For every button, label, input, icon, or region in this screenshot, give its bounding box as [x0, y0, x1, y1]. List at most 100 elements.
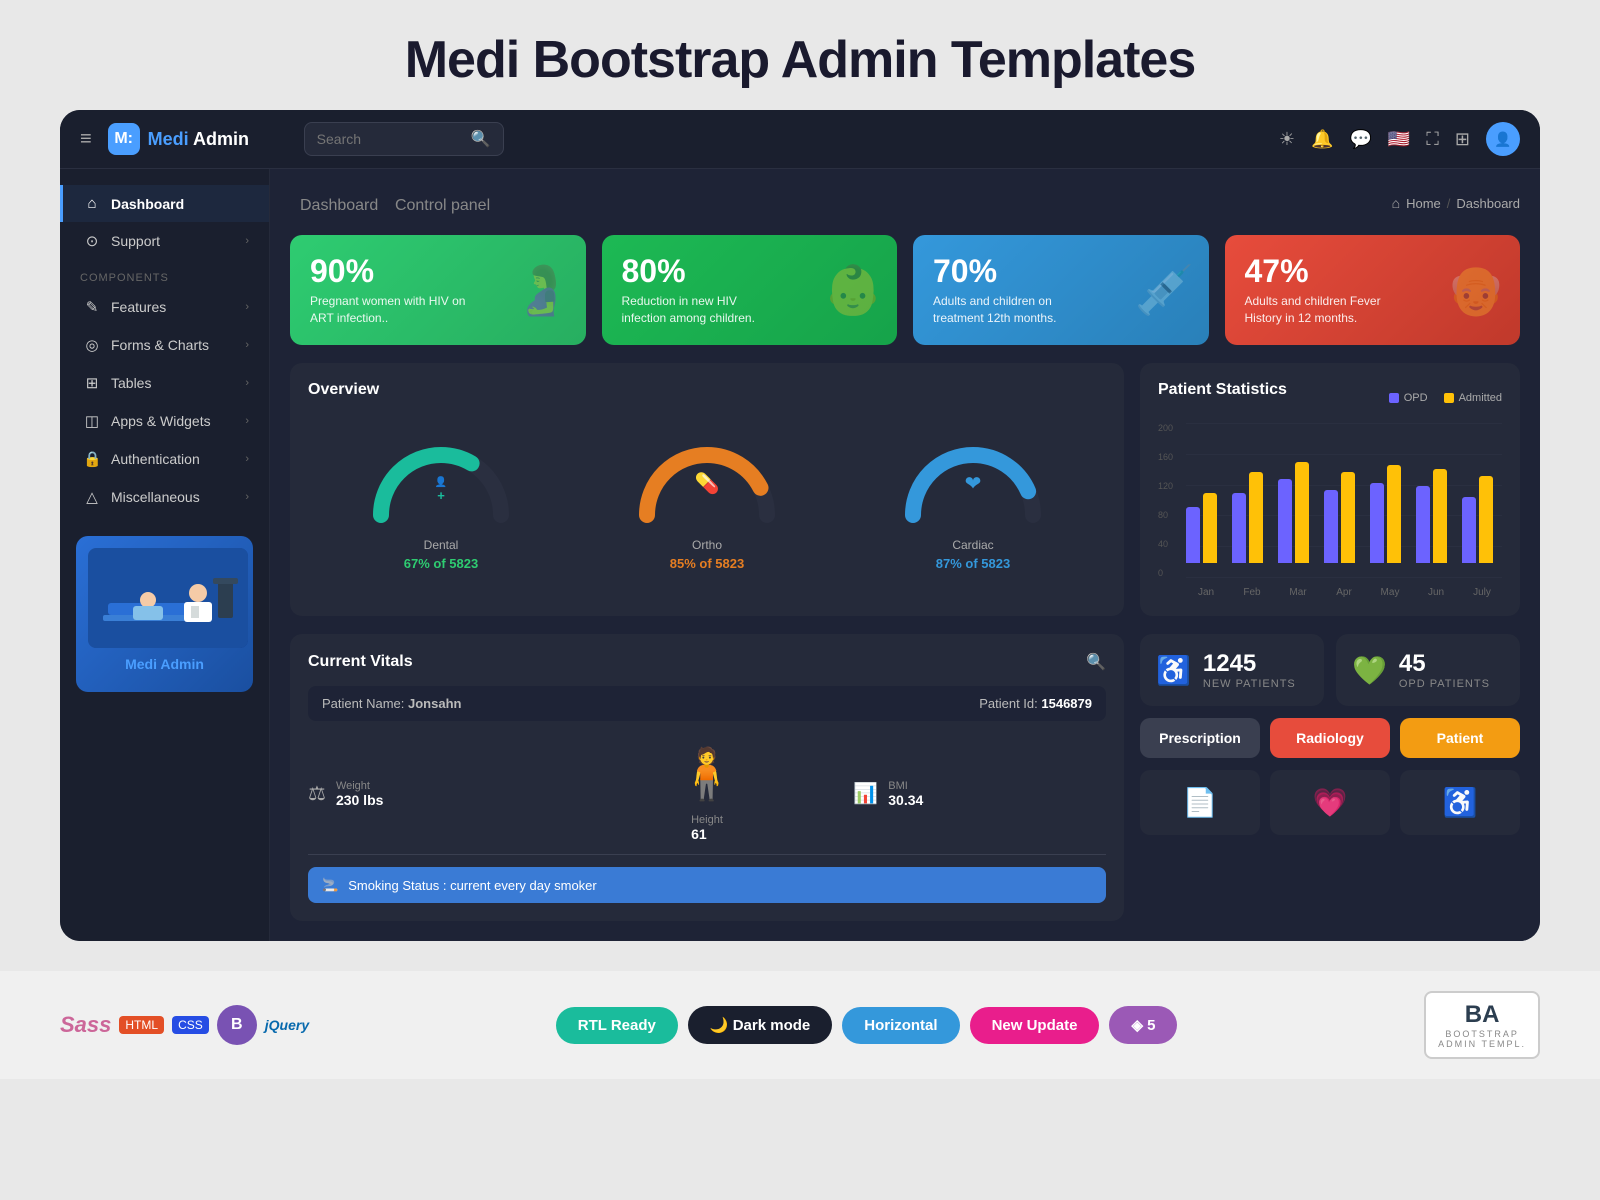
body-figure: 🧍 [676, 745, 738, 804]
patient-statistics-card: Patient Statistics OPD Admitted [1140, 363, 1520, 616]
sidebar-label-support: Support [111, 233, 160, 249]
apps-icon: ◫ [83, 412, 101, 430]
dark-mode-pill[interactable]: 🌙 Dark mode [688, 1006, 832, 1044]
mini-stats-row: ♿ 1245 NEW PATIENTS 💚 45 OPD PATIENTS [1140, 634, 1520, 706]
svg-text:+: + [437, 488, 445, 503]
chart-month-5: Jun [1416, 587, 1456, 598]
bar-opd-6 [1462, 497, 1476, 564]
bar-opd-3 [1324, 490, 1338, 564]
notification-icon[interactable]: 🔔 [1311, 129, 1333, 150]
sidebar-image-label-colored: Medi [125, 656, 157, 672]
theme-icon[interactable]: ☀ [1279, 129, 1295, 150]
bar-admitted-0 [1203, 493, 1217, 563]
bar-admitted-2 [1295, 462, 1309, 564]
main-content: Dashboard Control panel ⌂ Home / Dashboa… [270, 169, 1540, 941]
icon-buttons: 📄 💗 ♿ [1140, 770, 1520, 835]
new-patients-num: 1245 [1203, 650, 1296, 678]
tables-icon: ⊞ [83, 374, 101, 392]
sidebar-label-forms: Forms & Charts [111, 337, 209, 353]
sidebar-item-dashboard[interactable]: ⌂ Dashboard [60, 185, 269, 222]
breadcrumb-home[interactable]: Home [1406, 196, 1441, 211]
legend-opd-label: OPD [1404, 392, 1428, 404]
height-value: 61 [691, 826, 723, 842]
patient-id-label: Patient Id: [979, 696, 1038, 711]
document-icon-btn[interactable]: 📄 [1140, 770, 1260, 835]
hamburger-icon[interactable]: ≡ [80, 128, 92, 151]
footer-logo-box: BA BOOTSTRAP ADMIN TEMPL. [1424, 991, 1540, 1059]
dashboard-title: Dashboard [300, 197, 378, 214]
chart-month-0: Jan [1186, 587, 1226, 598]
logo-text: Medi Admin [148, 129, 249, 150]
vitals-search-icon[interactable]: 🔍 [1086, 652, 1106, 672]
bmi-value: 30.34 [888, 792, 923, 808]
patient-button[interactable]: Patient [1400, 718, 1520, 758]
bar-opd-1 [1232, 493, 1246, 563]
chevron-right-icon: › [245, 301, 249, 313]
chevron-right-icon: › [245, 377, 249, 389]
stat-icon-0: 🤰 [512, 262, 572, 319]
sidebar-item-forms-charts[interactable]: ◎ Forms & Charts › [60, 326, 269, 364]
sidebar-item-miscellaneous[interactable]: △ Miscellaneous › [60, 478, 269, 516]
settings-icon[interactable]: ⊞ [1455, 129, 1470, 150]
opd-patients-num: 45 [1399, 650, 1490, 678]
new-update-pill[interactable]: New Update [970, 1007, 1100, 1044]
y-label-120: 120 [1158, 481, 1173, 491]
html-badge: HTML [119, 1016, 164, 1034]
logo-rest: Admin [189, 129, 249, 149]
vitals-header: Current Vitals 🔍 [308, 652, 1106, 672]
overview-title: Overview [308, 381, 1106, 399]
bar-admitted-3 [1341, 472, 1355, 563]
sidebar-label-features: Features [111, 299, 166, 315]
height-metric: 🧍 Height 61 [581, 745, 834, 842]
bar-group-2 [1278, 462, 1318, 564]
footer-tech-badges: Sass HTML CSS B jQuery [60, 1005, 309, 1045]
chevron-right-icon: › [245, 453, 249, 465]
heartbeat-icon-btn[interactable]: 💗 [1270, 770, 1390, 835]
search-icon: 🔍 [471, 129, 491, 149]
message-icon[interactable]: 💬 [1349, 129, 1371, 150]
search-bar[interactable]: 🔍 [304, 122, 504, 156]
prescription-button[interactable]: Prescription [1140, 718, 1260, 758]
sidebar-item-tables[interactable]: ⊞ Tables › [60, 364, 269, 402]
smoking-icon: 🚬 [322, 877, 338, 893]
gauge-ortho-label: Ortho [627, 538, 787, 552]
css-badge: CSS [172, 1016, 209, 1034]
avatar[interactable]: 👤 [1486, 122, 1520, 156]
mini-stat-new-patients: ♿ 1245 NEW PATIENTS [1140, 634, 1324, 706]
gauge-dental-value: 67% of 5823 [361, 556, 521, 571]
y-axis: 200 160 120 80 40 0 [1158, 423, 1173, 578]
flag-icon[interactable]: 🇺🇸 [1388, 129, 1410, 150]
bootstrap-icon-badge: B [217, 1005, 257, 1045]
accessibility-icon-btn[interactable]: ♿ [1400, 770, 1520, 835]
logo-colored: Medi [148, 129, 189, 149]
bottom-row: Current Vitals 🔍 Patient Name: Jonsahn P… [290, 634, 1520, 921]
patient-name-label: Patient Name: [322, 696, 404, 711]
radiology-button[interactable]: Radiology [1270, 718, 1390, 758]
search-input[interactable] [317, 131, 463, 147]
patient-id: Patient Id: 1546879 [979, 696, 1092, 711]
svg-text:💊: 💊 [695, 471, 720, 495]
sass-badge: Sass [60, 1012, 111, 1038]
stat-desc-0: Pregnant women with HIV on ART infection… [310, 293, 470, 327]
expand-icon[interactable]: ⛶ [1426, 129, 1439, 150]
sidebar-item-apps-widgets[interactable]: ◫ Apps & Widgets › [60, 402, 269, 440]
dashboard-icon: ⌂ [83, 195, 101, 212]
stat-desc-1: Reduction in new HIV infection among chi… [622, 293, 782, 327]
page-heading: Dashboard Control panel [290, 189, 490, 217]
chart-month-6: July [1462, 587, 1502, 598]
version-pill[interactable]: ◈ 5 [1109, 1006, 1177, 1044]
breadcrumb: ⌂ Home / Dashboard [1392, 195, 1520, 211]
sidebar-section-components: Components [60, 260, 269, 288]
stat-card-0: 90% Pregnant women with HIV on ART infec… [290, 235, 586, 345]
bar-admitted-1 [1249, 472, 1263, 563]
sidebar-item-authentication[interactable]: 🔒 Authentication › [60, 440, 269, 478]
misc-icon: △ [83, 488, 101, 506]
horizontal-pill[interactable]: Horizontal [842, 1007, 959, 1044]
sidebar-item-features[interactable]: ✎ Features › [60, 288, 269, 326]
sidebar-label-misc: Miscellaneous [111, 489, 200, 505]
overview-card: Overview + 👤 Dental 67% of 5823 [290, 363, 1124, 616]
rtl-ready-pill[interactable]: RTL Ready [556, 1007, 678, 1044]
legend-admitted-label: Admitted [1459, 392, 1502, 404]
sidebar-item-support[interactable]: ⊙ Support › [60, 222, 269, 260]
logo: M: Medi Admin [108, 123, 288, 155]
